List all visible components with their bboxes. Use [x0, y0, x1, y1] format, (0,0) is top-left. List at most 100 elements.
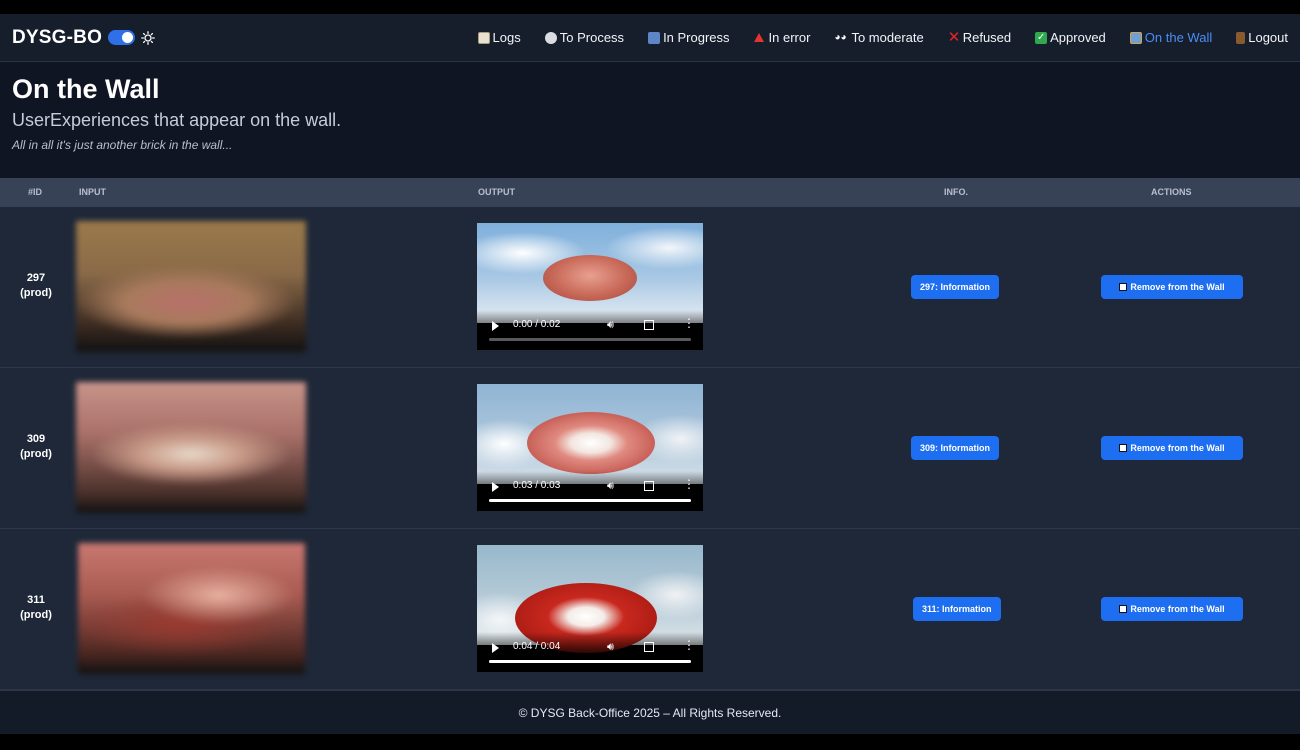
nav-label: On the Wall [1144, 30, 1213, 45]
nav-to-process[interactable]: To Process [544, 30, 625, 45]
video-time: 0:03 / 0:03 [513, 480, 561, 491]
lips-image [543, 255, 637, 301]
more-options-icon[interactable]: ⋮ [683, 639, 695, 651]
play-forward-icon [648, 31, 661, 44]
theme-toggle[interactable] [108, 30, 136, 45]
nav-to-moderate[interactable]: ◕◕ To moderate [834, 30, 923, 45]
table-row: 311 (prod) 0:04 / 0:04 🔊︎ ⋮ 311: Informat… [0, 529, 1300, 690]
table-header [0, 178, 1300, 207]
information-button[interactable]: 311: Information [913, 597, 1001, 621]
play-icon[interactable] [492, 482, 499, 492]
remove-from-wall-button[interactable]: Remove from the Wall [1101, 275, 1243, 299]
volume-icon[interactable]: 🔊︎ [607, 319, 614, 332]
wall-table [0, 178, 1300, 207]
top-border [0, 0, 1300, 14]
nav-menu: Logs To Process In Progress In error ◕◕ T… [454, 30, 1288, 45]
video-controls: 0:03 / 0:03 🔊︎ ⋮ [477, 471, 703, 511]
information-button[interactable]: 297: Information [911, 275, 1000, 299]
row-id: 297 (prod) [0, 271, 72, 301]
nav-label: Logs [492, 30, 521, 45]
page-tagline: All in all it's just another brick in th… [12, 138, 233, 152]
cross-mark-icon: ✕ [947, 28, 961, 46]
nav-label: To moderate [851, 30, 924, 45]
input-image [76, 382, 306, 513]
nav-refused[interactable]: ✕ Refused [947, 28, 1012, 46]
nav-on-the-wall[interactable]: On the Wall [1129, 30, 1213, 45]
nav-logout[interactable]: Logout [1236, 30, 1288, 45]
nav-in-error[interactable]: In error [753, 30, 811, 45]
video-time: 0:00 / 0:02 [513, 319, 561, 330]
remove-from-wall-button[interactable]: Remove from the Wall [1101, 436, 1243, 460]
column-header-actions: ACTIONS [1151, 187, 1192, 197]
door-icon [1236, 31, 1246, 44]
output-video[interactable]: 0:00 / 0:02 🔊︎ ⋮ [477, 223, 703, 350]
stop-icon [1119, 283, 1128, 291]
output-video[interactable]: 0:04 / 0:04 🔊︎ ⋮ [477, 545, 703, 672]
row-id-number: 309 [26, 433, 46, 445]
play-icon[interactable] [492, 643, 499, 653]
clock-icon [544, 31, 557, 44]
progress-fill [489, 499, 691, 502]
clipboard-icon [477, 31, 490, 44]
table-row: 297 (prod) 0:00 / 0:02 🔊︎ ⋮ 297: Informat… [0, 207, 1300, 368]
navbar: DYSG-BO Logs To Process In Progress In e… [0, 14, 1300, 62]
fullscreen-icon[interactable] [644, 320, 654, 330]
play-icon[interactable] [492, 321, 499, 331]
column-header-input: INPUT [79, 187, 106, 197]
video-progress[interactable] [489, 660, 691, 663]
lips-image [527, 412, 655, 474]
video-controls: 0:00 / 0:02 🔊︎ ⋮ [477, 310, 703, 350]
sun-icon [141, 30, 155, 45]
nav-label: In Progress [663, 30, 730, 45]
page-subtitle: UserExperiences that appear on the wall. [12, 110, 342, 130]
remove-label: Remove from the Wall [1130, 282, 1225, 292]
nav-approved[interactable]: ✓ Approved [1035, 30, 1106, 45]
nav-label: In error [768, 30, 811, 45]
warning-triangle-icon [753, 33, 764, 42]
remove-label: Remove from the Wall [1130, 443, 1225, 453]
brand-logo[interactable]: DYSG-BO [12, 27, 102, 49]
volume-icon[interactable]: 🔊︎ [607, 641, 614, 654]
fullscreen-icon[interactable] [644, 481, 654, 491]
row-id: 311 (prod) [0, 593, 72, 623]
row-id-number: 297 [26, 272, 46, 284]
row-id: 309 (prod) [0, 432, 72, 462]
page-header: On the Wall UserExperiences that appear … [0, 62, 1300, 178]
framed-picture-icon [1129, 31, 1142, 44]
column-header-info: INFO. [944, 187, 968, 197]
stop-icon [1119, 605, 1128, 613]
row-env: (prod) [20, 287, 52, 299]
row-env: (prod) [20, 609, 52, 621]
information-button[interactable]: 309: Information [911, 436, 1000, 460]
output-video[interactable]: 0:03 / 0:03 🔊︎ ⋮ [477, 384, 703, 511]
stop-icon [1119, 444, 1128, 452]
row-id-number: 311 [27, 594, 45, 606]
volume-icon[interactable]: 🔊︎ [607, 480, 614, 493]
nav-label: Logout [1248, 30, 1288, 45]
eyes-icon: ◕◕ [834, 31, 847, 43]
column-header-output: OUTPUT [478, 187, 515, 197]
remove-label: Remove from the Wall [1130, 604, 1225, 614]
remove-from-wall-button[interactable]: Remove from the Wall [1101, 597, 1243, 621]
bottom-border [0, 734, 1300, 750]
column-header-id: #ID [28, 187, 43, 197]
progress-fill [489, 660, 691, 663]
nav-in-progress[interactable]: In Progress [648, 30, 730, 45]
nav-label: Refused [962, 30, 1012, 45]
input-image [78, 543, 305, 674]
nav-logs[interactable]: Logs [477, 30, 521, 45]
more-options-icon[interactable]: ⋮ [683, 317, 695, 329]
toggle-knob [122, 32, 134, 43]
nav-label: To Process [559, 30, 625, 45]
footer: © DYSG Back-Office 2025 – All Rights Res… [0, 690, 1300, 734]
video-controls: 0:04 / 0:04 🔊︎ ⋮ [477, 632, 703, 672]
fullscreen-icon[interactable] [644, 642, 654, 652]
video-progress[interactable] [489, 499, 691, 502]
video-time: 0:04 / 0:04 [513, 641, 561, 652]
row-env: (prod) [20, 448, 52, 460]
video-progress[interactable] [489, 338, 691, 341]
check-mark-icon: ✓ [1035, 31, 1048, 44]
input-image [76, 221, 306, 352]
more-options-icon[interactable]: ⋮ [683, 478, 695, 490]
page-title: On the Wall [12, 74, 160, 104]
